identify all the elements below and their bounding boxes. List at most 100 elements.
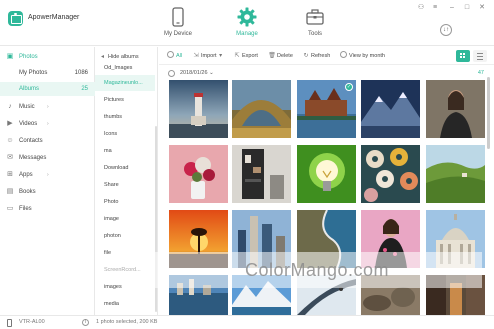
photo-thumbnail[interactable]	[361, 80, 420, 138]
tab-label: Manage	[236, 31, 258, 37]
album-item[interactable]: Od_Images	[95, 60, 155, 76]
toolbox-icon	[306, 9, 324, 25]
refresh-button[interactable]: ↻ Refresh	[302, 50, 330, 62]
date-group-header: 2018/01/26 ⌄ 47	[159, 67, 494, 79]
chevron-right-icon: ›	[47, 121, 49, 127]
app-logo-icon	[8, 11, 23, 26]
select-all-label: All	[176, 53, 183, 59]
chevron-down-icon: ⌄	[209, 70, 214, 76]
folder-icon: ▭	[6, 205, 14, 212]
album-item[interactable]: thumbs	[95, 109, 155, 125]
top-bar: ApowerManager My Device Manage Tools ⚇ ≡…	[0, 0, 494, 46]
photo-thumbnail[interactable]: ✓	[297, 80, 356, 138]
album-item[interactable]: Download	[95, 160, 155, 176]
checkbox-icon	[167, 51, 174, 58]
export-icon: ⇱	[234, 53, 240, 59]
album-item[interactable]: Icons	[95, 126, 155, 142]
group-checkbox[interactable]	[168, 70, 175, 77]
album-item[interactable]: images	[95, 279, 155, 295]
device-name: VTR-AL00	[19, 319, 45, 325]
sidebar-item-videos[interactable]: ▶ Videos ›	[0, 117, 95, 131]
green-hills-image	[426, 145, 485, 203]
import-icon: ⇲	[193, 53, 199, 59]
lighthouse-image	[169, 80, 228, 138]
group-date-text: 2018/01/26	[180, 70, 208, 76]
album-item[interactable]: file	[95, 245, 155, 261]
select-all-button[interactable]: All	[167, 50, 182, 62]
photo-icon: ▣	[6, 53, 14, 60]
grid-view-icon[interactable]	[456, 50, 470, 62]
photo-thumbnail[interactable]	[361, 145, 420, 203]
album-item[interactable]: ScreenRcord...	[95, 262, 155, 278]
sidebar-item-label: Music	[19, 104, 35, 110]
photo-thumbnail[interactable]	[232, 80, 291, 138]
album-item[interactable]: Share	[95, 177, 155, 193]
sort-button[interactable]: ↓↑	[440, 24, 452, 36]
user-icon[interactable]: ⚇	[417, 4, 425, 12]
photo-thumbnail[interactable]	[232, 145, 291, 203]
sidebar-item-my-photos[interactable]: My Photos 1086	[0, 66, 95, 80]
sidebar-item-albums[interactable]: Albums 25	[0, 82, 95, 96]
sidebar-item-label: Albums	[19, 86, 40, 92]
delete-label: Delete	[277, 53, 293, 59]
sidebar-item-photos[interactable]: ▣ Photos	[0, 50, 95, 64]
photo-thumbnail[interactable]	[426, 80, 485, 138]
sidebar-item-label: Messages	[19, 155, 47, 161]
import-label: Import	[201, 53, 217, 59]
phone-icon	[172, 7, 184, 27]
sidebar-item-messages[interactable]: ✉ Messages	[0, 151, 95, 165]
refresh-icon: ↻	[303, 53, 309, 59]
sidebar-item-apps[interactable]: ⊞ Apps ›	[0, 168, 95, 182]
album-item[interactable]: image	[95, 211, 155, 227]
album-item[interactable]: photon	[95, 228, 155, 244]
maximize-icon[interactable]: □	[463, 4, 471, 12]
sidebar-item-books[interactable]: ▤ Books	[0, 185, 95, 199]
view-by-month-label: View by month	[349, 53, 385, 59]
info-icon[interactable]: i	[82, 319, 89, 326]
album-item[interactable]: Magazineunlo...	[95, 75, 155, 91]
album-item[interactable]: ma	[95, 143, 155, 159]
group-date[interactable]: 2018/01/26 ⌄	[180, 67, 214, 79]
view-by-month-toggle[interactable]: View by month	[340, 50, 385, 62]
apps-icon: ⊞	[7, 171, 13, 178]
close-icon[interactable]: ✕	[478, 4, 486, 12]
app-title: ApowerManager	[28, 14, 80, 21]
toolbar: All ⇲ Import ▾ ⇱ Export 🗑Delete ↻ Refresh Vi…	[159, 47, 494, 65]
selected-check-icon: ✓	[345, 83, 353, 91]
shelf-interior-image	[232, 145, 291, 203]
tab-my-device[interactable]: My Device	[148, 7, 208, 45]
photo-grid-scrollbar[interactable]	[487, 77, 490, 149]
delete-button[interactable]: 🗑Delete	[268, 50, 293, 62]
photo-thumbnail[interactable]	[169, 145, 228, 203]
photo-thumbnail[interactable]	[426, 145, 485, 203]
list-view-icon[interactable]	[473, 50, 487, 62]
selection-status: 1 photo selected, 200 KB	[96, 319, 158, 325]
video-icon: ▶	[7, 120, 13, 127]
import-button[interactable]: ⇲ Import ▾	[192, 50, 226, 62]
menu-icon[interactable]: ≡	[431, 4, 439, 12]
sidebar-item-files[interactable]: ▭ Files	[0, 202, 95, 216]
tab-tools[interactable]: Tools	[285, 7, 345, 45]
flowers-image	[169, 145, 228, 203]
sidebar-item-music[interactable]: ♪ Music ›	[0, 100, 95, 114]
gear-icon	[237, 7, 257, 27]
minimize-icon[interactable]: –	[448, 4, 456, 12]
album-item[interactable]: media	[95, 296, 155, 312]
album-item[interactable]: Pictures	[95, 92, 155, 108]
chevron-down-icon: ▾	[219, 53, 223, 59]
export-button[interactable]: ⇱ Export	[233, 50, 257, 62]
device-phone-icon	[7, 319, 12, 327]
snowy-mountain-image	[361, 80, 420, 138]
sidebar-item-label: Apps	[19, 172, 33, 178]
sidebar-item-count: 25	[81, 86, 88, 92]
photo-thumbnail[interactable]	[297, 145, 356, 203]
messages-icon: ✉	[7, 154, 13, 161]
sidebar-item-label: Files	[19, 206, 32, 212]
photo-thumbnail[interactable]	[169, 80, 228, 138]
album-item[interactable]: Photo	[95, 194, 155, 210]
tab-manage[interactable]: Manage	[217, 7, 277, 45]
sidebar-item-label: Books	[19, 189, 36, 195]
sidebar-item-contacts[interactable]: ☺ Contacts	[0, 134, 95, 148]
music-icon: ♪	[8, 103, 12, 110]
group-count: 47	[477, 70, 484, 76]
